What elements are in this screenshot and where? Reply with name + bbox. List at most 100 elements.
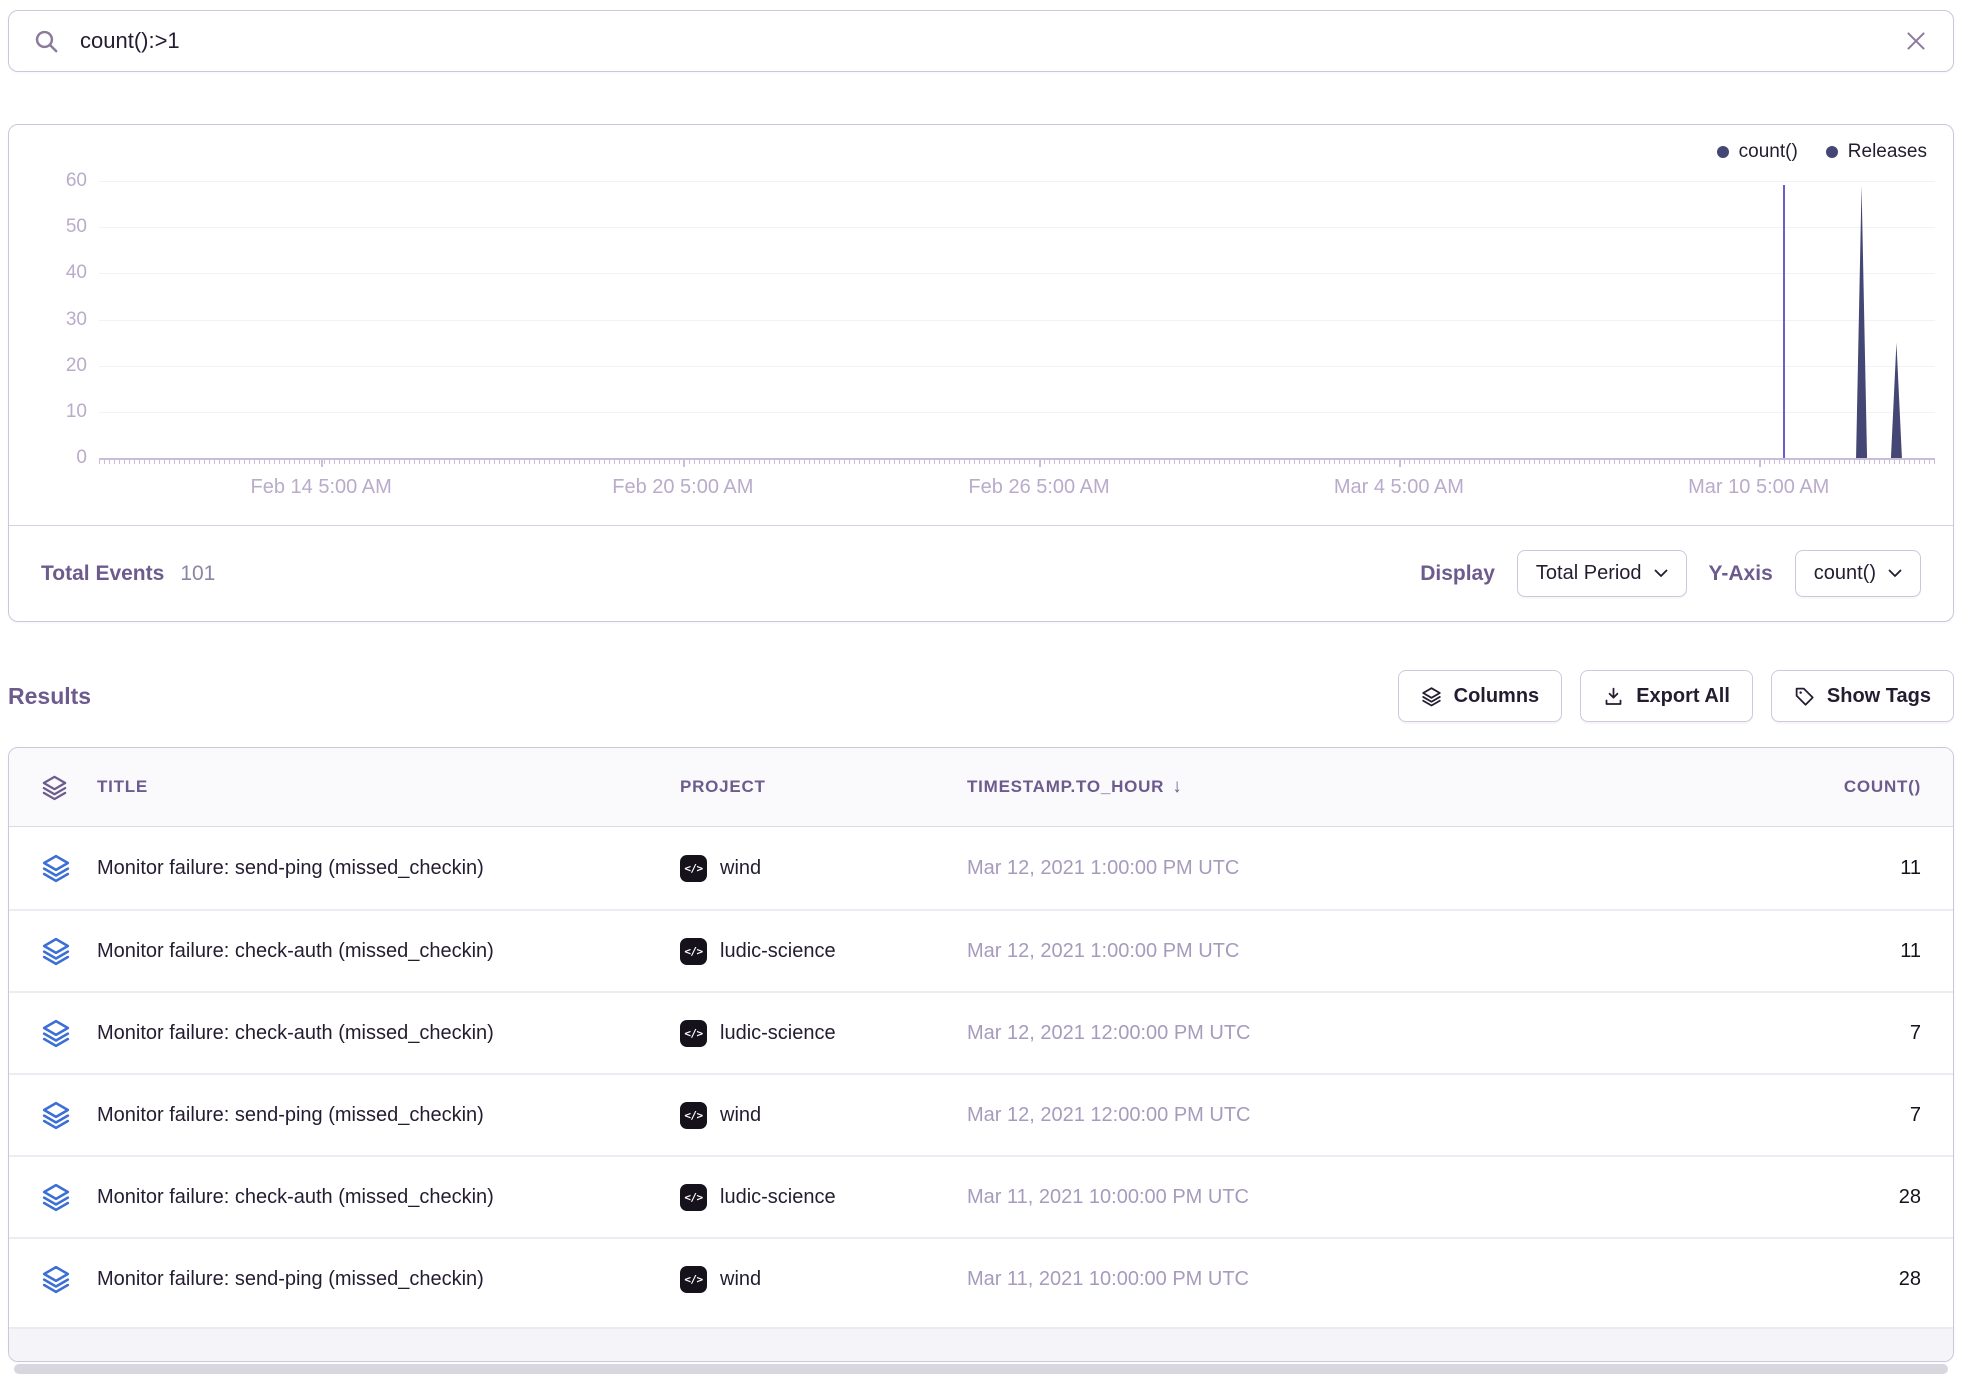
bottom-edge-strip bbox=[14, 1364, 1948, 1374]
column-header-title[interactable]: TITLE bbox=[97, 777, 680, 797]
chart-footer: Total Events 101 Display Total Period Y-… bbox=[9, 525, 1953, 621]
event-title[interactable]: Monitor failure: check-auth (missed_chec… bbox=[97, 940, 680, 963]
project-platform-icon: </> bbox=[680, 1020, 707, 1047]
gridline-20 bbox=[99, 366, 1935, 367]
event-timestamp: Mar 12, 2021 12:00:00 PM UTC bbox=[967, 1022, 1791, 1045]
y-axis-dropdown[interactable]: count() bbox=[1795, 550, 1921, 597]
total-events-label: Total Events bbox=[41, 562, 164, 586]
x-axis-tick-label: Feb 26 5:00 AM bbox=[929, 476, 1149, 499]
event-timestamp: Mar 11, 2021 10:00:00 PM UTC bbox=[967, 1268, 1791, 1291]
event-title[interactable]: Monitor failure: check-auth (missed_chec… bbox=[97, 1022, 680, 1045]
chevron-down-icon bbox=[1654, 569, 1668, 578]
x-axis-major-tick bbox=[1759, 458, 1761, 467]
project-platform-icon: </> bbox=[680, 1102, 707, 1129]
x-axis-tick-label: Mar 10 5:00 AM bbox=[1649, 476, 1869, 499]
y-axis-tick-10: 10 bbox=[27, 401, 87, 423]
show-tags-button[interactable]: Show Tags bbox=[1771, 670, 1954, 722]
results-actions: Columns Export All Show Tags bbox=[1398, 670, 1954, 722]
columns-button[interactable]: Columns bbox=[1398, 670, 1563, 722]
event-count: 7 bbox=[1791, 1104, 1921, 1127]
event-count: 28 bbox=[1791, 1186, 1921, 1209]
events-chart-panel: count() Releases 0102030405060Feb 14 5:0… bbox=[8, 124, 1954, 622]
layers-icon bbox=[1421, 686, 1442, 707]
project-cell[interactable]: </> ludic-science bbox=[680, 938, 967, 965]
table-row[interactable]: Monitor failure: send-ping (missed_check… bbox=[9, 1237, 1953, 1319]
project-name: wind bbox=[720, 857, 761, 880]
x-axis-major-tick bbox=[321, 458, 323, 467]
project-cell[interactable]: </> ludic-science bbox=[680, 1184, 967, 1211]
search-icon bbox=[33, 28, 60, 55]
display-dropdown-value: Total Period bbox=[1536, 562, 1642, 585]
event-count: 11 bbox=[1791, 940, 1921, 963]
table-body: Monitor failure: send-ping (missed_check… bbox=[9, 827, 1953, 1319]
gridline-40 bbox=[99, 273, 1935, 274]
release-marker-line[interactable] bbox=[1783, 185, 1785, 458]
event-title[interactable]: Monitor failure: send-ping (missed_check… bbox=[97, 857, 680, 880]
stack-row-icon bbox=[41, 936, 97, 966]
x-axis-major-tick bbox=[683, 458, 685, 467]
event-title[interactable]: Monitor failure: send-ping (missed_check… bbox=[97, 1104, 680, 1127]
project-name: wind bbox=[720, 1104, 761, 1127]
project-platform-icon: </> bbox=[680, 938, 707, 965]
total-events-value: 101 bbox=[180, 562, 215, 586]
y-axis-tick-50: 50 bbox=[27, 216, 87, 238]
display-label: Display bbox=[1420, 562, 1495, 586]
event-title[interactable]: Monitor failure: check-auth (missed_chec… bbox=[97, 1186, 680, 1209]
results-heading: Results bbox=[8, 683, 91, 710]
x-axis-tick-label: Feb 14 5:00 AM bbox=[211, 476, 431, 499]
legend-item-count[interactable]: count() bbox=[1717, 141, 1798, 163]
count-series-spike[interactable] bbox=[1891, 343, 1902, 458]
x-axis-major-tick bbox=[1039, 458, 1041, 467]
table-row[interactable]: Monitor failure: send-ping (missed_check… bbox=[9, 1073, 1953, 1155]
event-count: 11 bbox=[1791, 857, 1921, 880]
stack-row-icon bbox=[41, 1018, 97, 1048]
legend-item-releases[interactable]: Releases bbox=[1826, 141, 1927, 163]
column-header-project[interactable]: PROJECT bbox=[680, 777, 967, 797]
gridline-60 bbox=[99, 181, 1935, 182]
table-row[interactable]: Monitor failure: check-auth (missed_chec… bbox=[9, 1155, 1953, 1237]
project-cell[interactable]: </> wind bbox=[680, 1102, 967, 1129]
x-axis-tick-label: Mar 4 5:00 AM bbox=[1289, 476, 1509, 499]
column-header-timestamp[interactable]: TIMESTAMP.TO_HOUR↓ bbox=[967, 776, 1791, 798]
project-cell[interactable]: </> ludic-science bbox=[680, 1020, 967, 1047]
project-cell[interactable]: </> wind bbox=[680, 855, 967, 882]
event-timestamp: Mar 12, 2021 1:00:00 PM UTC bbox=[967, 940, 1791, 963]
project-cell[interactable]: </> wind bbox=[680, 1266, 967, 1293]
sort-desc-icon: ↓ bbox=[1172, 776, 1182, 797]
download-icon bbox=[1603, 686, 1624, 707]
y-axis-tick-20: 20 bbox=[27, 355, 87, 377]
tag-icon bbox=[1794, 686, 1815, 707]
legend-label: count() bbox=[1739, 141, 1798, 163]
chevron-down-icon bbox=[1888, 569, 1902, 578]
column-header-count[interactable]: COUNT() bbox=[1791, 777, 1921, 797]
y-axis-tick-30: 30 bbox=[27, 309, 87, 331]
table-footer bbox=[9, 1327, 1953, 1361]
project-platform-icon: </> bbox=[680, 855, 707, 882]
stack-row-icon bbox=[41, 1264, 97, 1294]
x-axis-minor-ticks bbox=[99, 460, 1935, 464]
search-input[interactable] bbox=[80, 28, 1903, 54]
event-timestamp: Mar 12, 2021 12:00:00 PM UTC bbox=[967, 1104, 1791, 1127]
event-count: 28 bbox=[1791, 1268, 1921, 1291]
y-axis-tick-60: 60 bbox=[27, 170, 87, 192]
event-timestamp: Mar 12, 2021 1:00:00 PM UTC bbox=[967, 857, 1791, 880]
events-chart[interactable]: 0102030405060Feb 14 5:00 AMFeb 20 5:00 A… bbox=[9, 125, 1953, 525]
clear-search-icon[interactable] bbox=[1903, 28, 1929, 54]
event-title[interactable]: Monitor failure: send-ping (missed_check… bbox=[97, 1268, 680, 1291]
stack-header-icon[interactable] bbox=[41, 774, 97, 801]
x-axis-major-tick bbox=[1399, 458, 1401, 467]
table-row[interactable]: Monitor failure: send-ping (missed_check… bbox=[9, 827, 1953, 909]
table-row[interactable]: Monitor failure: check-auth (missed_chec… bbox=[9, 991, 1953, 1073]
event-count: 7 bbox=[1791, 1022, 1921, 1045]
table-row[interactable]: Monitor failure: check-auth (missed_chec… bbox=[9, 909, 1953, 991]
results-header: Results Columns Export All Show Tags bbox=[8, 668, 1954, 724]
display-dropdown[interactable]: Total Period bbox=[1517, 550, 1687, 597]
y-axis-tick-0: 0 bbox=[27, 447, 87, 469]
stack-row-icon bbox=[41, 1100, 97, 1130]
search-bar bbox=[8, 10, 1954, 72]
y-axis-label: Y-Axis bbox=[1709, 562, 1773, 586]
columns-button-label: Columns bbox=[1454, 685, 1540, 708]
discover-page: count() Releases 0102030405060Feb 14 5:0… bbox=[0, 0, 1962, 1374]
show-tags-button-label: Show Tags bbox=[1827, 685, 1931, 708]
export-all-button[interactable]: Export All bbox=[1580, 670, 1753, 722]
